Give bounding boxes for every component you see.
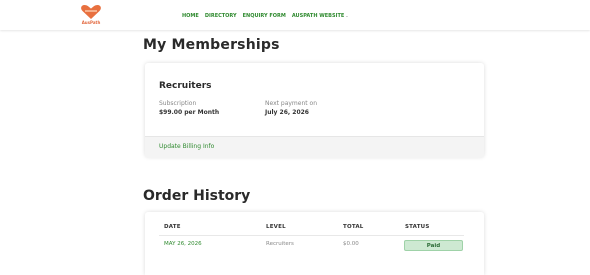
chevron-down-icon: ⌄ xyxy=(345,13,349,18)
header-divider xyxy=(159,235,464,236)
subscription-value: $99.00 per Month xyxy=(159,109,220,116)
column-header-status: STATUS xyxy=(405,224,430,230)
order-history-table: DATE LEVEL TOTAL STATUS MAY 26, 2026 Rec… xyxy=(145,212,484,275)
membership-card: Recruiters Subscription $99.00 per Month… xyxy=(145,63,484,158)
next-payment-label: Next payment on xyxy=(265,100,317,107)
heart-logo-icon xyxy=(81,5,101,19)
order-history-title: Order History xyxy=(143,188,251,204)
order-date[interactable]: MAY 26, 2026 xyxy=(164,241,202,247)
column-header-level: LEVEL xyxy=(266,224,286,230)
next-payment-value: July 26, 2026 xyxy=(265,109,309,116)
order-level: Recruiters xyxy=(266,241,294,247)
order-total: $0.00 xyxy=(343,241,359,247)
main-nav: HOME DIRECTORY ENQUIRY FORM AUSPATH WEBS… xyxy=(182,12,355,20)
subscription-label: Subscription xyxy=(159,100,197,107)
nav-enquiry-form[interactable]: ENQUIRY FORM xyxy=(243,13,286,19)
auspath-logo[interactable]: AusPath xyxy=(79,4,103,26)
card-footer: Update Billing Info xyxy=(145,136,484,158)
nav-home[interactable]: HOME xyxy=(182,13,199,19)
nav-auspath-website[interactable]: AUSPATH WEBSITE⌄ xyxy=(292,13,349,19)
membership-name: Recruiters xyxy=(159,81,212,91)
column-header-total: TOTAL xyxy=(343,224,364,230)
nav-directory[interactable]: DIRECTORY xyxy=(205,13,237,19)
status-badge: Paid xyxy=(404,240,463,251)
page-title: My Memberships xyxy=(143,37,280,53)
column-header-date: DATE xyxy=(164,224,181,230)
nav-auspath-website-label: AUSPATH WEBSITE xyxy=(291,13,345,19)
top-bar: AusPath HOME DIRECTORY ENQUIRY FORM AUSP… xyxy=(0,0,590,30)
update-billing-link[interactable]: Update Billing Info xyxy=(159,143,214,150)
logo-text: AusPath xyxy=(81,20,101,25)
